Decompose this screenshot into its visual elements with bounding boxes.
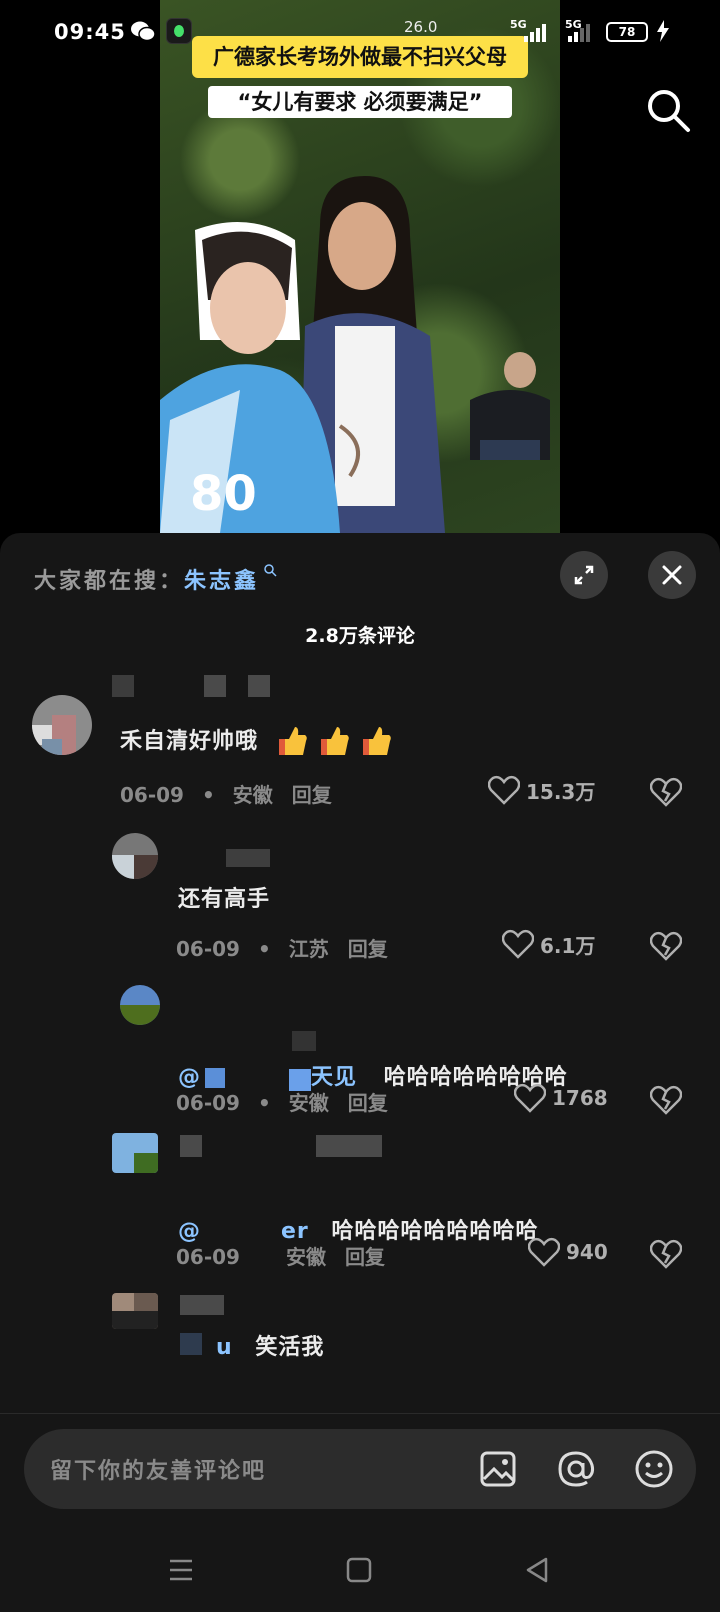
comment-date: 06-09	[176, 1245, 240, 1269]
comment-date: 06-09	[176, 1091, 240, 1115]
like-button[interactable]: 1768	[514, 1083, 608, 1113]
like-count: 15.3万	[526, 779, 596, 804]
reply-button[interactable]: 回复	[345, 1245, 385, 1269]
man-figure	[470, 352, 550, 460]
expand-icon	[574, 565, 594, 585]
music-app-icon	[166, 18, 192, 44]
reply-button[interactable]: 回复	[292, 783, 332, 807]
hot-search-label: 大家都在搜：	[34, 569, 185, 594]
avatar[interactable]	[32, 695, 92, 755]
net-speed: 26.0	[404, 18, 438, 36]
like-button[interactable]: 940	[528, 1237, 608, 1267]
heart-icon	[514, 1083, 546, 1113]
comment-date: 06-09	[120, 783, 184, 807]
heart-icon	[502, 929, 534, 959]
thumbs-up-icon	[278, 727, 307, 755]
avatar[interactable]	[120, 985, 160, 1025]
video-caption-subtitle: “女儿有要求 必须要满足”	[208, 86, 512, 118]
status-bar: 09:45 26.0 5G 5G 78	[0, 0, 720, 64]
comment-location: 安徽	[285, 1245, 326, 1269]
avatar[interactable]	[112, 1293, 158, 1329]
expand-button[interactable]	[560, 551, 608, 599]
at-icon[interactable]	[554, 1447, 598, 1491]
menu-icon[interactable]	[166, 1555, 196, 1585]
battery-indicator: 78	[606, 22, 648, 42]
divider	[0, 1413, 720, 1414]
heart-icon	[488, 775, 520, 805]
comment-input[interactable]: 留下你的友善评论吧	[24, 1429, 696, 1509]
masked-username	[226, 849, 270, 867]
comment-input-placeholder: 留下你的友善评论吧	[50, 1459, 267, 1484]
comment-meta: 06-09 • 安徽 回复	[176, 1091, 388, 1115]
broken-heart-icon[interactable]	[650, 1085, 682, 1115]
masked-username	[316, 1135, 382, 1157]
masked-username	[112, 675, 134, 697]
mention-link[interactable]: u	[216, 1335, 233, 1360]
masked-username	[292, 1031, 316, 1051]
heart-icon	[528, 1237, 560, 1267]
avatar[interactable]	[112, 1133, 158, 1173]
broken-heart-icon[interactable]	[650, 931, 682, 961]
hot-search-term[interactable]: 朱志鑫	[184, 569, 259, 594]
like-count: 6.1万	[540, 933, 596, 958]
broken-heart-icon[interactable]	[650, 777, 682, 807]
like-count: 1768	[552, 1086, 608, 1110]
thumbs-up-icon	[320, 727, 349, 755]
like-count: 940	[566, 1240, 608, 1264]
hot-search[interactable]: 大家都在搜：朱志鑫	[34, 563, 277, 595]
comment-location: 安徽	[288, 1091, 329, 1115]
back-icon[interactable]	[522, 1555, 552, 1585]
search-icon[interactable]	[644, 86, 692, 134]
comment-count: 2.8万条评论	[305, 625, 415, 647]
close-button[interactable]	[648, 551, 696, 599]
status-time: 09:45	[54, 20, 126, 44]
svg-text:80: 80	[190, 466, 257, 522]
thumbs-up-icon	[362, 727, 391, 755]
like-button[interactable]: 6.1万	[502, 929, 595, 959]
comment-meta: 06-09 • 江苏 回复	[176, 937, 388, 961]
video-player[interactable]: 广德家长考场外做最不扫兴父母 “女儿有要求 必须要满足” 80	[160, 0, 560, 533]
emoji-icon[interactable]	[632, 1447, 676, 1491]
signal-bars-1	[524, 24, 546, 42]
comment-meta: 06-09 安徽 回复	[176, 1241, 385, 1270]
comments-sheet: 大家都在搜：朱志鑫 2.8万条评论 禾自清好帅哦 06-09 • 安徽 回复 1…	[0, 533, 720, 1612]
avatar[interactable]	[112, 833, 158, 879]
comment-date: 06-09	[176, 937, 240, 961]
masked-username	[180, 1135, 202, 1157]
masked-username	[248, 675, 270, 697]
masked-username	[180, 1295, 224, 1315]
broken-heart-icon[interactable]	[650, 1239, 682, 1269]
home-icon[interactable]	[344, 1555, 374, 1585]
masked-mention	[180, 1333, 202, 1355]
reply-button[interactable]: 回复	[348, 937, 388, 961]
close-icon	[662, 565, 682, 585]
image-icon[interactable]	[476, 1447, 520, 1491]
idol-cutout: 80	[160, 222, 340, 533]
comment-text: 禾自清好帅哦	[120, 723, 393, 759]
comment-location: 安徽	[232, 783, 273, 807]
masked-username	[204, 675, 226, 697]
wechat-icon	[131, 21, 156, 42]
reply-button[interactable]: 回复	[348, 1091, 388, 1115]
like-button[interactable]: 15.3万	[488, 775, 595, 805]
comment-location: 江苏	[288, 937, 329, 961]
comment-meta: 06-09 • 安徽 回复	[120, 783, 332, 807]
comment-text: u 笑活我	[216, 1335, 325, 1360]
small-search-icon	[264, 564, 277, 577]
comment-text: 还有高手	[178, 887, 271, 912]
charging-icon	[657, 20, 669, 42]
system-nav-bar	[0, 1533, 720, 1612]
signal-bars-2	[568, 24, 590, 42]
